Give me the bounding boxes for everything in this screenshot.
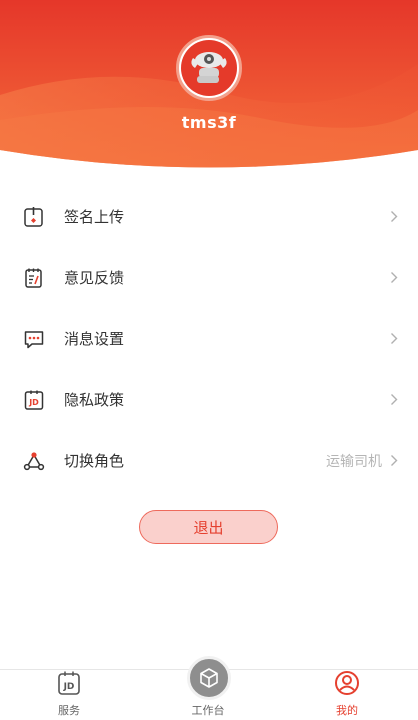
signature-upload-icon xyxy=(22,205,46,229)
tab-services[interactable]: JD 服务 xyxy=(19,670,119,720)
chevron-right-icon xyxy=(390,454,400,468)
menu-item-messages[interactable]: 消息设置 xyxy=(0,308,418,369)
chevron-right-icon xyxy=(390,210,400,224)
tab-mine[interactable]: 我的 xyxy=(297,670,397,720)
menu-item-switch-role[interactable]: 切换角色 运输司机 xyxy=(0,430,418,491)
profile-header: tms3f xyxy=(0,0,418,175)
svg-text:JD: JD xyxy=(63,682,75,692)
jd-document-icon: JD xyxy=(22,388,46,412)
app-root: tms3f 签名上传 意见反馈 消息设置 JD 隐私政策 切换角色 运输司机 退… xyxy=(0,0,418,720)
user-profile-icon xyxy=(333,670,361,700)
cube-workbench-icon[interactable] xyxy=(187,656,231,700)
avatar-mascot-icon xyxy=(181,40,237,96)
chevron-right-icon xyxy=(390,271,400,285)
menu-item-signature[interactable]: 签名上传 xyxy=(0,186,418,247)
menu-item-feedback[interactable]: 意见反馈 xyxy=(0,247,418,308)
current-role-value: 运输司机 xyxy=(326,453,382,470)
svg-text:JD: JD xyxy=(28,398,39,407)
feedback-notepad-icon xyxy=(22,266,46,290)
avatar[interactable] xyxy=(176,35,242,101)
switch-role-icon xyxy=(22,449,46,473)
menu-item-label: 切换角色 xyxy=(64,452,125,470)
logout-button[interactable]: 退出 xyxy=(139,510,278,544)
menu-item-label: 意见反馈 xyxy=(64,269,125,287)
menu-item-label: 隐私政策 xyxy=(64,391,125,409)
tab-label: 服务 xyxy=(58,704,80,717)
tab-label: 工作台 xyxy=(191,704,225,717)
menu-item-privacy[interactable]: JD 隐私政策 xyxy=(0,369,418,430)
jd-services-icon: JD xyxy=(55,670,83,700)
chevron-right-icon xyxy=(390,393,400,407)
menu-item-label: 消息设置 xyxy=(64,330,125,348)
settings-menu: 签名上传 意见反馈 消息设置 JD 隐私政策 切换角色 运输司机 xyxy=(0,186,418,491)
message-bubble-icon xyxy=(22,327,46,351)
menu-item-label: 签名上传 xyxy=(64,208,125,226)
tab-label: 我的 xyxy=(336,704,358,717)
chevron-right-icon xyxy=(390,332,400,346)
username: tms3f xyxy=(181,113,237,132)
